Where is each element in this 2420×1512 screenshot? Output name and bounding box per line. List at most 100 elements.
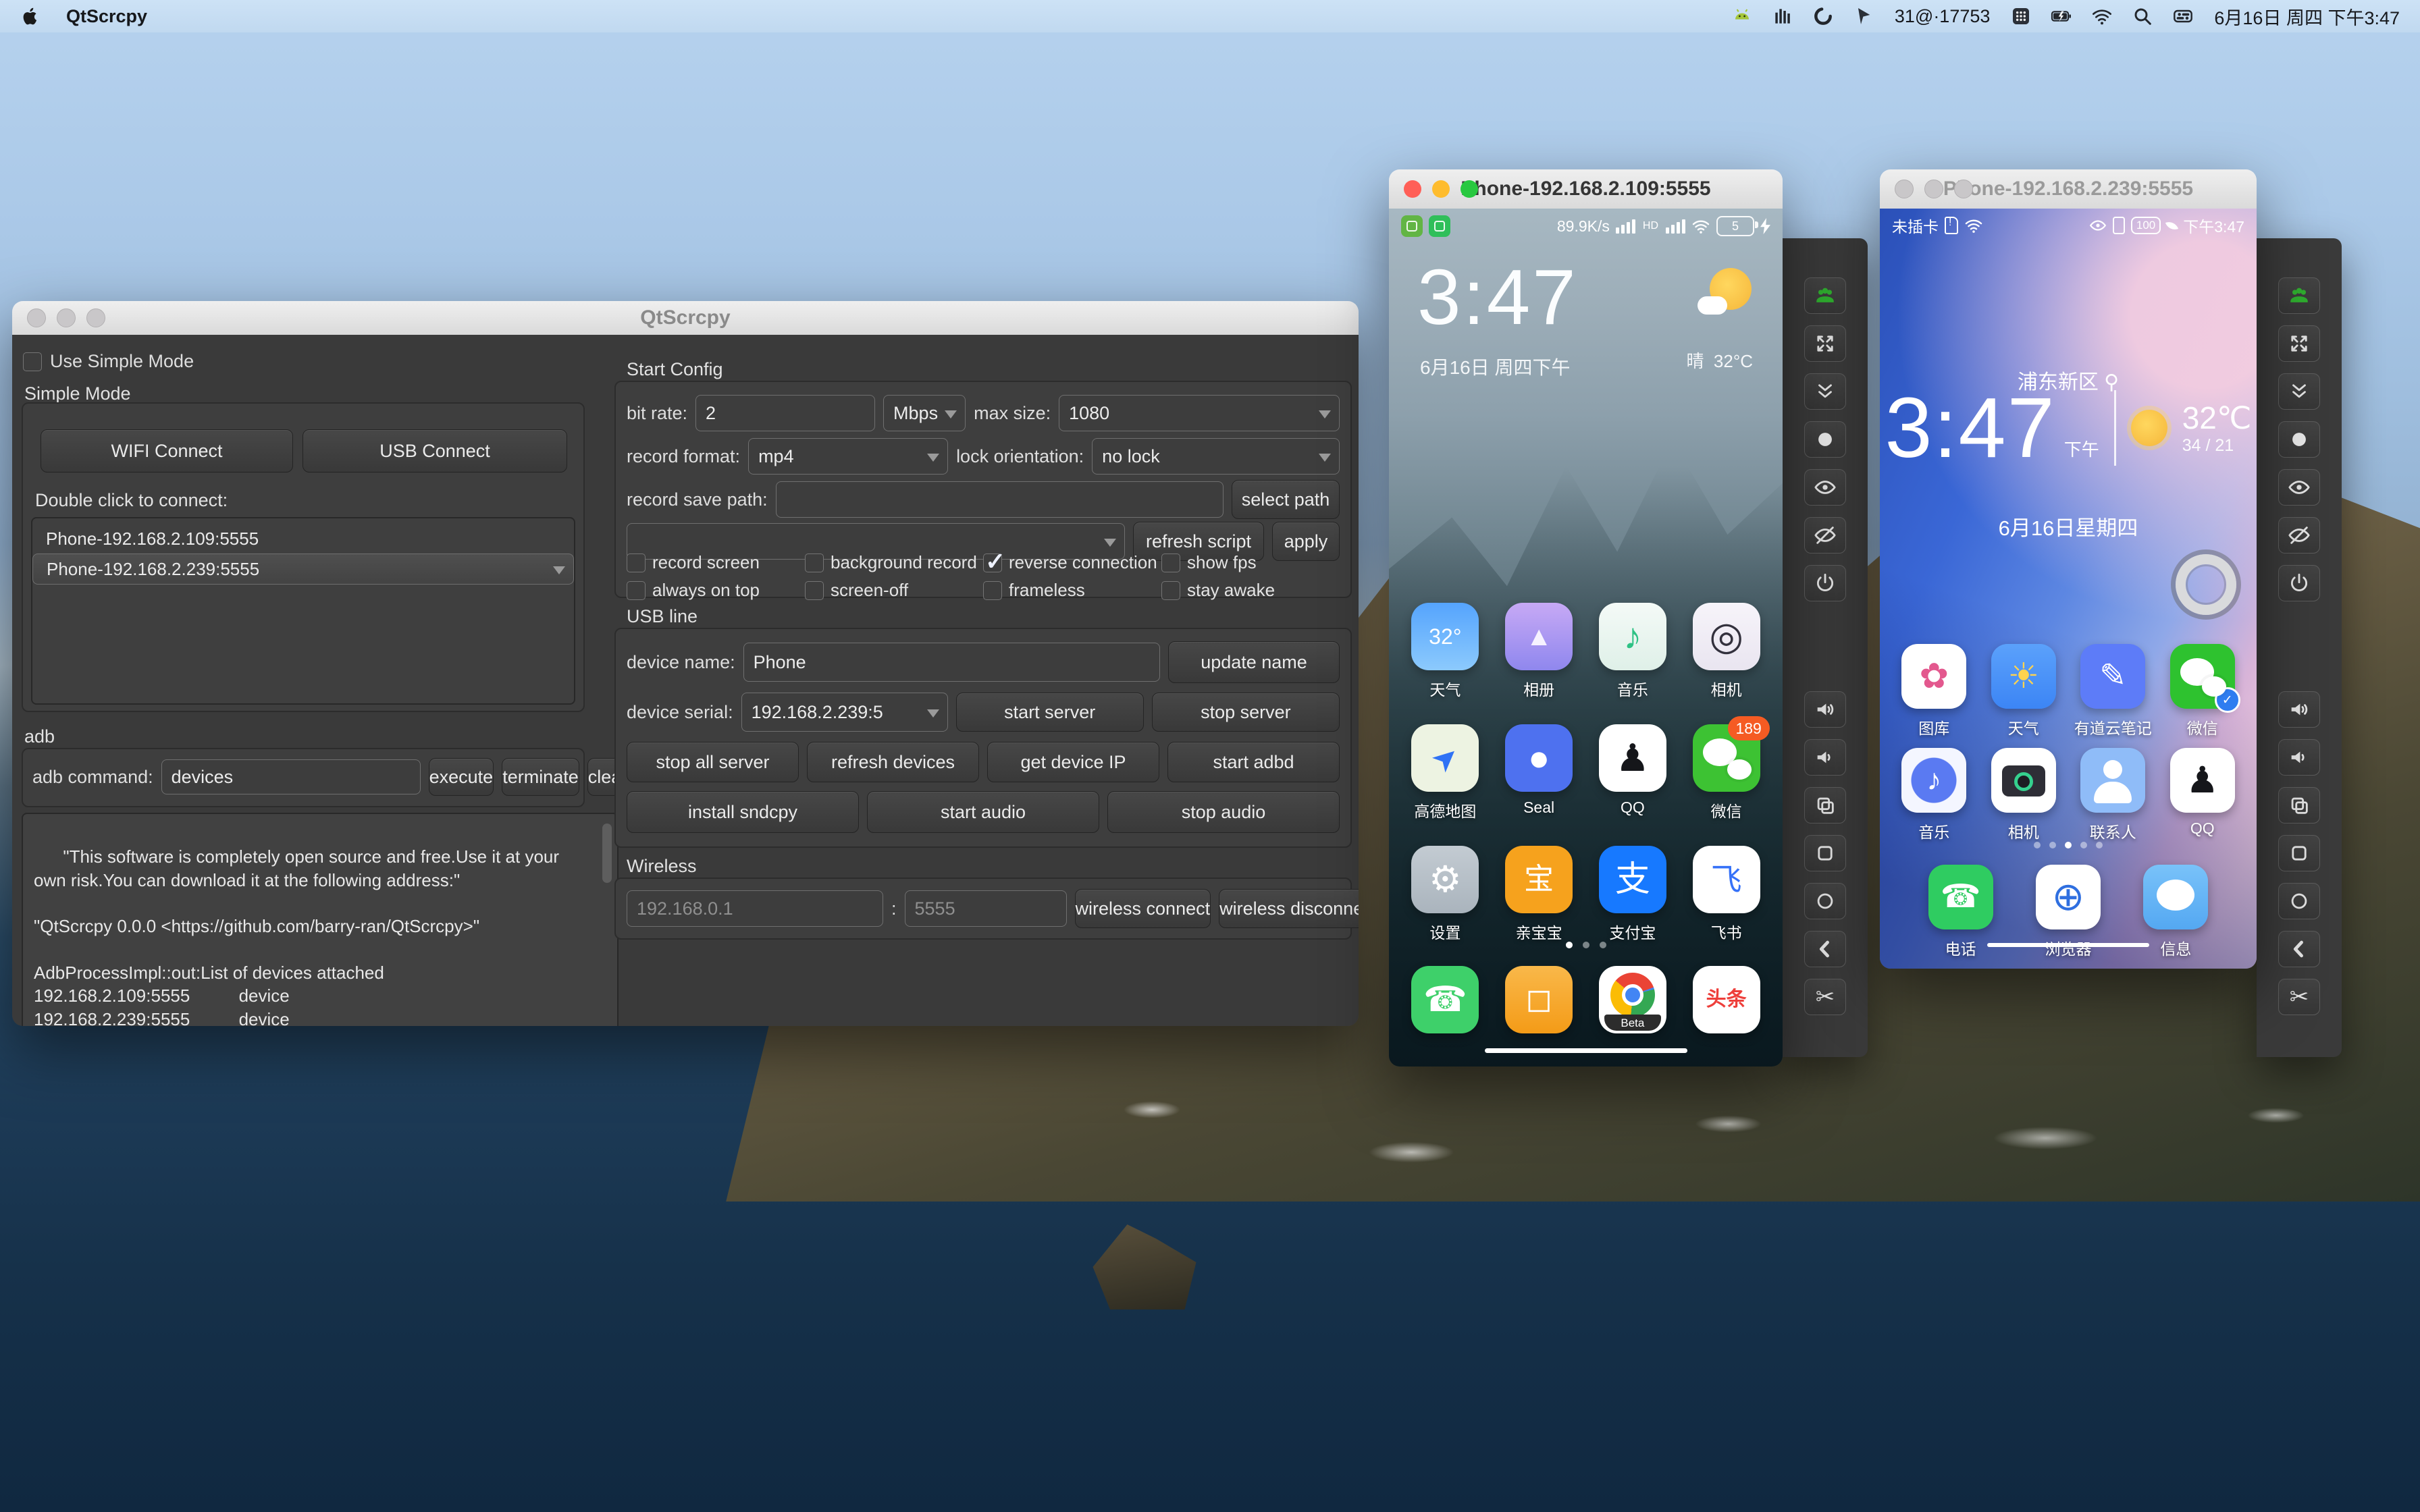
window-titlebar[interactable]: QtScrcpy (12, 301, 1359, 335)
checkbox-box[interactable] (983, 547, 1005, 576)
record-save-path-input[interactable] (775, 481, 1224, 518)
toolbar-button-eye-off[interactable] (2278, 517, 2320, 554)
device-list-item[interactable]: Phone-192.168.2.109:5555 (32, 524, 574, 554)
toolbar-button-eye-off[interactable] (1804, 517, 1846, 554)
amap-app-icon[interactable]: ➤ (1411, 724, 1479, 792)
checkbox-box[interactable] (627, 553, 646, 572)
seal-app-icon[interactable]: ● Seal (1498, 724, 1580, 821)
toolbar-button-fullscreen[interactable] (1804, 325, 1846, 362)
browser-app-icon[interactable]: ⊕ (2035, 865, 2101, 929)
toolbar-button-power[interactable] (1804, 565, 1846, 601)
start-server-button[interactable]: start server (955, 693, 1144, 732)
device-list-item[interactable]: Phone-192.168.2.239:5555 (32, 554, 574, 585)
start-adbd-button[interactable]: start adbd (1167, 742, 1340, 782)
stop-server-button[interactable]: stop server (1151, 693, 1340, 732)
config-checkbox-background-record[interactable]: background record (805, 552, 983, 573)
camera-app-icon[interactable] (1991, 748, 2056, 813)
android-icon[interactable] (1731, 5, 1753, 27)
toolbar-button-circle[interactable] (2278, 883, 2320, 919)
toolbar-button-scissors[interactable]: ✂ (1804, 979, 1846, 1015)
notes-app-icon[interactable]: ◻ (1505, 966, 1573, 1033)
music-app-icon[interactable]: ♪ 音乐 (1592, 603, 1674, 700)
apple-menu-icon[interactable] (20, 5, 41, 28)
toutiao-app-icon[interactable]: 头条 (1692, 966, 1760, 1033)
zoom-button[interactable] (86, 308, 105, 327)
select-path-button[interactable]: select path (1232, 480, 1340, 519)
toolbar-button-square[interactable] (2278, 835, 2320, 871)
toolbar-button-volume-up[interactable] (2278, 691, 2320, 728)
toolbar-button-circle[interactable] (1804, 883, 1846, 919)
adb-command-input[interactable] (161, 759, 421, 794)
config-checkbox-stay-awake[interactable]: stay awake (1161, 580, 1340, 601)
assistant-ring-widget[interactable] (2176, 554, 2236, 615)
zoom-button[interactable] (1461, 180, 1478, 198)
youdao-note-app-icon[interactable]: ✎ (2080, 644, 2146, 709)
checkbox-box[interactable] (1161, 553, 1180, 572)
minimize-button[interactable] (1924, 180, 1943, 198)
close-button[interactable] (27, 308, 46, 327)
toolbar-button-scissors[interactable]: ✂ (2278, 979, 2320, 1015)
install-sndcpy-button[interactable]: install sndcpy (627, 791, 859, 833)
battery-icon[interactable] (2051, 5, 2072, 27)
toolbar-button-group[interactable] (2278, 277, 2320, 314)
toolbar-button-dot[interactable] (2278, 421, 2320, 458)
qq-app-icon[interactable]: ♟ QQ (2161, 748, 2244, 842)
wireless-connect-button[interactable]: wireless connect (1074, 889, 1211, 928)
device-list[interactable]: Phone-192.168.2.109:5555 Phone-192.168.2.… (31, 517, 575, 705)
checkbox-box[interactable] (627, 580, 646, 600)
phone1-titlebar[interactable]: Phone-192.168.2.109:5555 (1389, 169, 1783, 209)
menu-app-name[interactable]: QtScrcpy (66, 6, 147, 27)
phone2-home-indicator[interactable] (1987, 943, 2149, 947)
minimize-button[interactable] (1432, 180, 1450, 198)
toolbar-button-double-chevron-down[interactable] (2278, 373, 2320, 410)
toolbar-button-eye[interactable] (1804, 469, 1846, 506)
weather-app-icon[interactable]: ☀ 天气 (1982, 644, 2065, 738)
gallery-app-icon[interactable]: ▲ 相册 (1498, 603, 1580, 700)
toolbar-button-eye[interactable] (2278, 469, 2320, 506)
checkbox-box[interactable] (983, 580, 1002, 600)
wireless-port-input[interactable] (904, 890, 1067, 927)
toolbar-button-power[interactable] (2278, 565, 2320, 601)
toolbar-button-double-chevron-down[interactable] (1804, 373, 1846, 410)
get-device-ip-button[interactable]: get device IP (987, 742, 1159, 782)
config-checkbox-screen-off[interactable]: screen-off (805, 580, 983, 601)
zoom-button[interactable] (1954, 180, 1973, 198)
use-simple-mode-checkbox[interactable] (23, 352, 42, 371)
wechat-app-icon[interactable]: 189 (1692, 716, 1770, 792)
phone2-titlebar[interactable]: Phone-192.168.2.239:5555 (1880, 169, 2257, 209)
bit-rate-unit-select[interactable]: Mbps (883, 395, 966, 431)
wifi-connect-button[interactable]: WIFI Connect (41, 429, 293, 473)
toolbar-button-copy[interactable] (2278, 787, 2320, 824)
toolbar-button-copy[interactable] (1804, 787, 1846, 824)
gallery-app-icon[interactable]: ✿ 图库 (1893, 644, 1975, 738)
seal-app-icon[interactable]: ● (1505, 724, 1573, 792)
wechat-app-icon[interactable]: 189 微信 (1685, 716, 1770, 821)
execute-button[interactable]: execute (428, 758, 494, 796)
stop-all-server-button[interactable]: stop all server (627, 742, 799, 782)
alipay-app-icon[interactable]: 支支付宝 (1592, 846, 1674, 943)
phone1-screen[interactable]: 89.9K/s HD 5 3:47 6月16日 周四下午 晴 32°C 32° 天… (1389, 209, 1783, 1066)
record-format-select[interactable]: mp4 (748, 438, 949, 475)
settings-app-icon[interactable]: ⚙ 设置 (1404, 846, 1486, 943)
camera-app-icon[interactable]: ◎ 相机 (1685, 603, 1768, 700)
amap-app-icon[interactable]: ➤ 高德地图 (1404, 724, 1486, 821)
toolbar-button-volume-down[interactable] (1804, 739, 1846, 776)
weather-app-icon[interactable]: 32° (1411, 603, 1479, 670)
toutiao-app-icon[interactable]: 头条 (1685, 966, 1768, 1033)
music-app-icon[interactable]: ♪ 音乐 (1893, 748, 1975, 842)
adb-log-output[interactable]: "This software is completely open source… (22, 813, 619, 1026)
weather-app-icon[interactable]: ☀ (1991, 644, 2056, 709)
gallery-app-icon[interactable]: ▲ (1505, 603, 1573, 670)
menu-clock[interactable]: 6月16日 周四 下午3:47 (2214, 3, 2400, 30)
max-size-select[interactable]: 1080 (1059, 395, 1340, 431)
phone1-home-indicator[interactable] (1484, 1048, 1687, 1053)
proxy-status-text[interactable]: 31@·17753 (1895, 6, 1991, 27)
wireless-ip-input[interactable] (627, 890, 883, 927)
contacts-app-icon[interactable] (2080, 748, 2146, 813)
update-name-button[interactable]: update name (1168, 641, 1340, 683)
toolbar-button-back[interactable] (2278, 931, 2320, 967)
alipay-app-icon[interactable]: 支 (1598, 846, 1666, 913)
cursor-icon[interactable] (1853, 5, 1874, 27)
terminate-button[interactable]: terminate (502, 758, 579, 796)
qq-app-icon[interactable]: ♟ QQ (1592, 724, 1674, 821)
